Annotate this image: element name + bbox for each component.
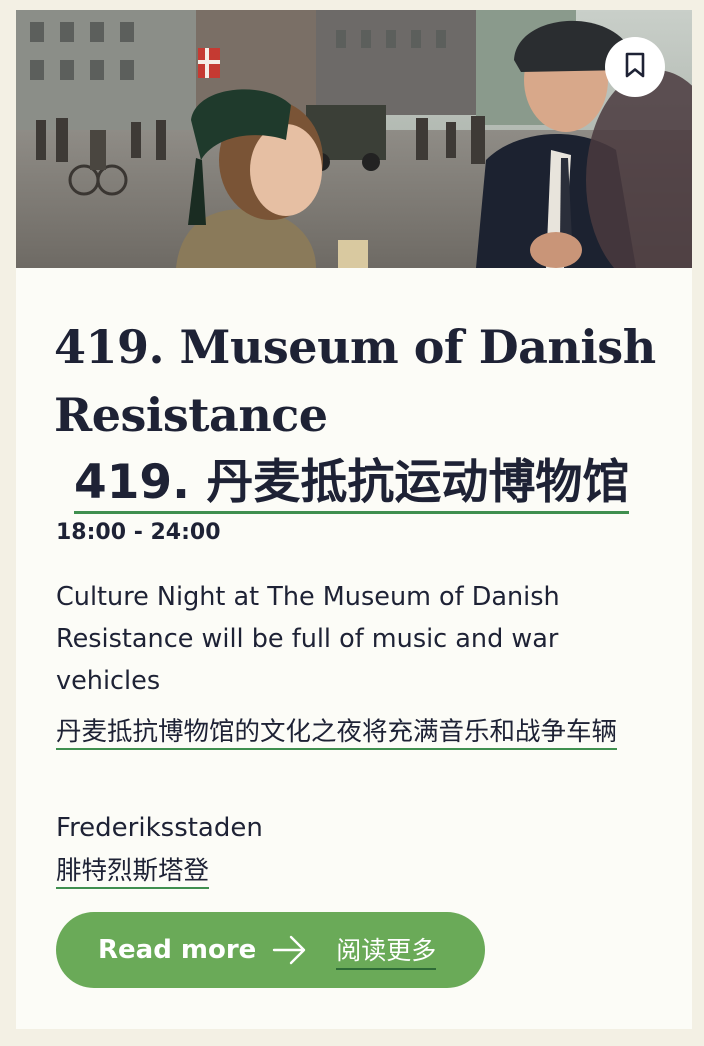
event-title-translation: 419. 丹麦抵抗运动博物馆 xyxy=(74,452,664,514)
read-more-label: Read more xyxy=(98,935,257,965)
event-location-translation: 腓特烈斯塔登 xyxy=(56,849,210,893)
event-title[interactable]: 419. Museum of Danish Resistance xyxy=(54,313,664,449)
event-time: 18:00 - 24:00 xyxy=(56,520,221,545)
read-more-translation: 阅读更多 xyxy=(336,931,437,970)
event-description: Culture Night at The Museum of Danish Re… xyxy=(56,582,560,696)
bookmark-button[interactable] xyxy=(605,37,665,97)
read-more-button[interactable]: Read more 阅读更多 xyxy=(56,912,485,988)
event-description-translation: 丹麦抵抗博物馆的文化之夜将充满音乐和战争车辆 xyxy=(56,710,656,754)
event-title-translation-text: 419. 丹麦抵抗运动博物馆 xyxy=(74,455,630,514)
event-photo xyxy=(16,10,692,268)
event-location-translation-text: 腓特烈斯塔登 xyxy=(56,856,210,889)
arrow-right-icon xyxy=(272,934,308,966)
event-location: Frederiksstaden xyxy=(56,813,263,843)
bookmark-icon xyxy=(624,52,646,83)
event-description-translation-text: 丹麦抵抗博物馆的文化之夜将充满音乐和战争车辆 xyxy=(56,717,618,750)
event-card[interactable]: 419. Museum of Danish Resistance 419. 丹麦… xyxy=(16,10,692,1029)
